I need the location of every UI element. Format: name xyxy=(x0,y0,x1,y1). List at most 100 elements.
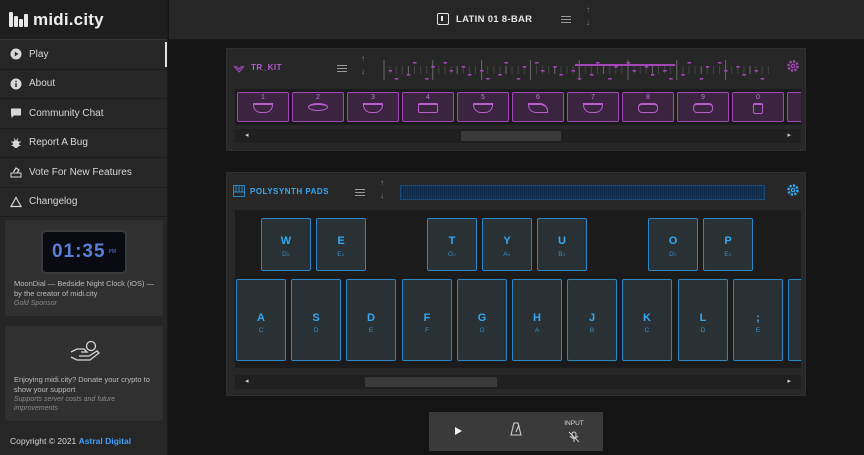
drum-pad-8[interactable]: 8 xyxy=(622,92,674,122)
scroll-thumb[interactable] xyxy=(365,377,497,387)
topbar: LATIN 01 8-BAR ↑ ↓ xyxy=(169,0,864,40)
synth-panel-menu-icon[interactable] xyxy=(355,189,365,196)
input-label: INPUT xyxy=(564,420,584,427)
synth-sequence-timeline[interactable] xyxy=(400,185,765,200)
drum-pad-scrollbar[interactable]: ◂ ▸ xyxy=(235,129,801,143)
synth-keyboard: W D♭ E E♭ T G♭ Y A♭ U B♭ O D♭ P E♭ AC SD DE FF … xyxy=(235,210,801,368)
chat-icon xyxy=(10,107,22,119)
scroll-right-icon[interactable]: ▸ xyxy=(787,377,791,385)
key-y[interactable]: Y A♭ xyxy=(482,218,532,271)
sidebar-item-vote-features[interactable]: Vote For New Features xyxy=(0,158,167,188)
key-g[interactable]: GG xyxy=(457,279,507,361)
synth-keyboard-icon xyxy=(233,184,245,197)
metronome-icon xyxy=(510,422,522,441)
key-t[interactable]: T G♭ xyxy=(427,218,477,271)
copyright: Copyright © 2021 Astral Digital xyxy=(10,436,131,446)
drum-panel-reorder-icon[interactable]: ↑ ↓ xyxy=(358,52,368,78)
drum-pad-5[interactable]: 5 xyxy=(457,92,509,122)
scroll-left-icon[interactable]: ◂ xyxy=(245,131,249,139)
drum-pad-overflow[interactable] xyxy=(787,92,801,122)
sponsor-subtitle: Gold Sponsor xyxy=(14,300,57,307)
song-reorder-icon[interactable]: ↑ ↓ xyxy=(583,3,593,29)
app-root: midi.city Play About Community Chat Repo… xyxy=(0,0,864,455)
sidebar-item-about[interactable]: About xyxy=(0,70,167,99)
sidebar-item-label: Community Chat xyxy=(29,107,104,119)
drum-pad-9[interactable]: 9 xyxy=(677,92,729,122)
sidebar-item-report-bug[interactable]: Report A Bug xyxy=(0,129,167,158)
donate-subtext: Supports server costs and future improve… xyxy=(14,396,116,412)
clock-time: 01:35 xyxy=(51,241,106,262)
sidebar-menu: Play About Community Chat Report A Bug V… xyxy=(0,40,167,217)
scroll-thumb[interactable] xyxy=(461,131,561,141)
brand-name: midi.city xyxy=(33,9,104,29)
synth-keyboard-scrollbar[interactable]: ◂ ▸ xyxy=(235,375,801,389)
scroll-left-icon[interactable]: ◂ xyxy=(245,377,249,385)
song-menu-icon[interactable] xyxy=(561,16,571,23)
drum-panel-header: TR_KIT ↑ ↓ xyxy=(227,49,805,85)
drum-pad-1[interactable]: 1 xyxy=(237,92,289,122)
sidebar-item-label: Vote For New Features xyxy=(29,166,132,178)
drum-pad-0[interactable]: 0 xyxy=(732,92,784,122)
sidebar-item-community-chat[interactable]: Community Chat xyxy=(0,99,167,129)
copyright-company-link[interactable]: Astral Digital xyxy=(79,436,131,446)
play-circle-icon xyxy=(10,48,22,60)
key-a[interactable]: AC xyxy=(236,279,286,361)
copyright-prefix: Copyright © 2021 xyxy=(10,436,77,446)
drum-pad-2[interactable]: 2 xyxy=(292,92,344,122)
scroll-right-icon[interactable]: ▸ xyxy=(787,131,791,139)
drum-panel-title[interactable]: TR_KIT xyxy=(251,63,282,72)
moondial-clock-image: 01:35 PM xyxy=(41,230,127,274)
key-e[interactable]: E E♭ xyxy=(316,218,366,271)
sidebar-item-changelog[interactable]: Changelog xyxy=(0,188,167,217)
sidebar: midi.city Play About Community Chat Repo… xyxy=(0,0,168,455)
drum-pad-row: 1 2 3 4 5 6 7 8 9 0 xyxy=(235,89,801,125)
synth-settings-gear-icon[interactable] xyxy=(786,183,800,197)
drum-pad-6[interactable]: 6 xyxy=(512,92,564,122)
drum-panel-menu-icon[interactable] xyxy=(337,65,347,72)
key-d[interactable]: DE xyxy=(346,279,396,361)
sidebar-item-play[interactable]: Play xyxy=(0,40,167,70)
drum-pad-3[interactable]: 3 xyxy=(347,92,399,122)
metronome-button[interactable] xyxy=(487,412,545,451)
sponsor-card[interactable]: 01:35 PM MoonDial — Bedside Night Clock … xyxy=(5,220,163,316)
synth-instrument-panel: POLYSYNTH PADS ↑ ↓ W D♭ E E♭ T G♭ Y A♭ U B♭ OD… xyxy=(226,172,806,396)
play-button[interactable] xyxy=(429,412,487,451)
key-o[interactable]: O D♭ xyxy=(648,218,698,271)
donate-hand-icon xyxy=(69,340,101,362)
key-l[interactable]: LD xyxy=(678,279,728,361)
key-h[interactable]: HA xyxy=(512,279,562,361)
synth-panel-header: POLYSYNTH PADS ↑ ↓ xyxy=(227,173,805,209)
synth-panel-reorder-icon[interactable]: ↑ ↓ xyxy=(377,176,387,202)
key-p[interactable]: P E♭ xyxy=(703,218,753,271)
key-semicolon[interactable]: ; E xyxy=(733,279,783,361)
donate-text: Enjoying midi.city? Donate your crypto t… xyxy=(14,375,150,394)
drum-instrument-panel: TR_KIT ↑ ↓ 1 2 3 4 5 6 7 8 9 0 ◂ ▸ xyxy=(226,48,806,151)
key-f[interactable]: FF xyxy=(402,279,452,361)
sidebar-item-label: Play xyxy=(29,48,49,60)
clock-ampm: PM xyxy=(108,249,117,255)
input-muted-mic-icon xyxy=(568,430,580,448)
key-u[interactable]: U B♭ xyxy=(537,218,587,271)
sidebar-item-label: Changelog xyxy=(29,196,78,208)
key-j[interactable]: JB xyxy=(567,279,617,361)
transport-bar: INPUT xyxy=(429,412,603,451)
synth-panel-title[interactable]: POLYSYNTH PADS xyxy=(250,187,329,196)
key-overflow[interactable] xyxy=(788,279,801,361)
key-w[interactable]: W D♭ xyxy=(261,218,311,271)
input-button[interactable]: INPUT xyxy=(545,412,603,451)
drum-settings-gear-icon[interactable] xyxy=(786,59,800,73)
donate-card[interactable]: Enjoying midi.city? Donate your crypto t… xyxy=(5,326,163,421)
key-s[interactable]: SD xyxy=(291,279,341,361)
drum-sequence-timeline[interactable] xyxy=(380,58,776,82)
play-icon xyxy=(454,423,463,441)
vote-icon xyxy=(10,166,22,178)
brand[interactable]: midi.city xyxy=(0,0,167,40)
info-icon xyxy=(10,78,22,90)
drum-pad-4[interactable]: 4 xyxy=(402,92,454,122)
song-title[interactable]: LATIN 01 8-BAR xyxy=(456,14,532,25)
sidebar-item-label: Report A Bug xyxy=(29,137,88,149)
key-k[interactable]: KC xyxy=(622,279,672,361)
drum-pad-7[interactable]: 7 xyxy=(567,92,619,122)
sponsor-title: MoonDial — Bedside Night Clock (iOS) — b… xyxy=(14,279,155,298)
sidebar-item-label: About xyxy=(29,78,56,90)
